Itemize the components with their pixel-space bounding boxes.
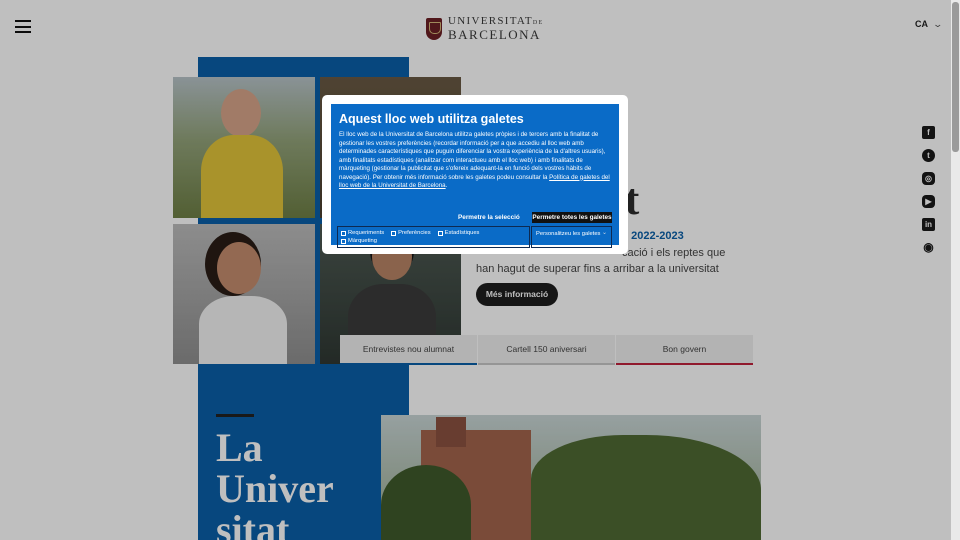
modal-overlay [0, 0, 951, 540]
allow-selection-button[interactable]: Permetre la selecció [458, 214, 520, 221]
cookie-category-checkboxes: Requeriments Preferències Estadístiques … [337, 226, 530, 248]
cookie-dialog-text: El lloc web de la Universitat de Barcelo… [339, 131, 610, 189]
cookie-dialog-title: Aquest lloc web utilitza galetes [339, 112, 524, 126]
checkbox-requirements[interactable]: Requeriments [341, 229, 384, 237]
checkbox-preferences[interactable]: Preferències [391, 229, 431, 237]
cookie-consent-dialog: Aquest lloc web utilitza galetes El lloc… [322, 95, 628, 254]
page: UNIVERSITATDE BARCELONA CA⌄ a tat s 2022… [0, 0, 951, 540]
allow-all-cookies-button[interactable]: Permetre totes les galetes [532, 212, 612, 223]
chevron-down-icon: ⌄ [601, 230, 607, 236]
customize-cookies-button[interactable]: Personalitzeu les galetes ⌄ [531, 226, 612, 248]
scrollbar-thumb[interactable] [952, 2, 959, 152]
scrollbar[interactable] [951, 0, 960, 540]
checkbox-marketing[interactable]: Màrqueting [341, 237, 377, 245]
checkbox-statistics[interactable]: Estadístiques [437, 229, 479, 237]
